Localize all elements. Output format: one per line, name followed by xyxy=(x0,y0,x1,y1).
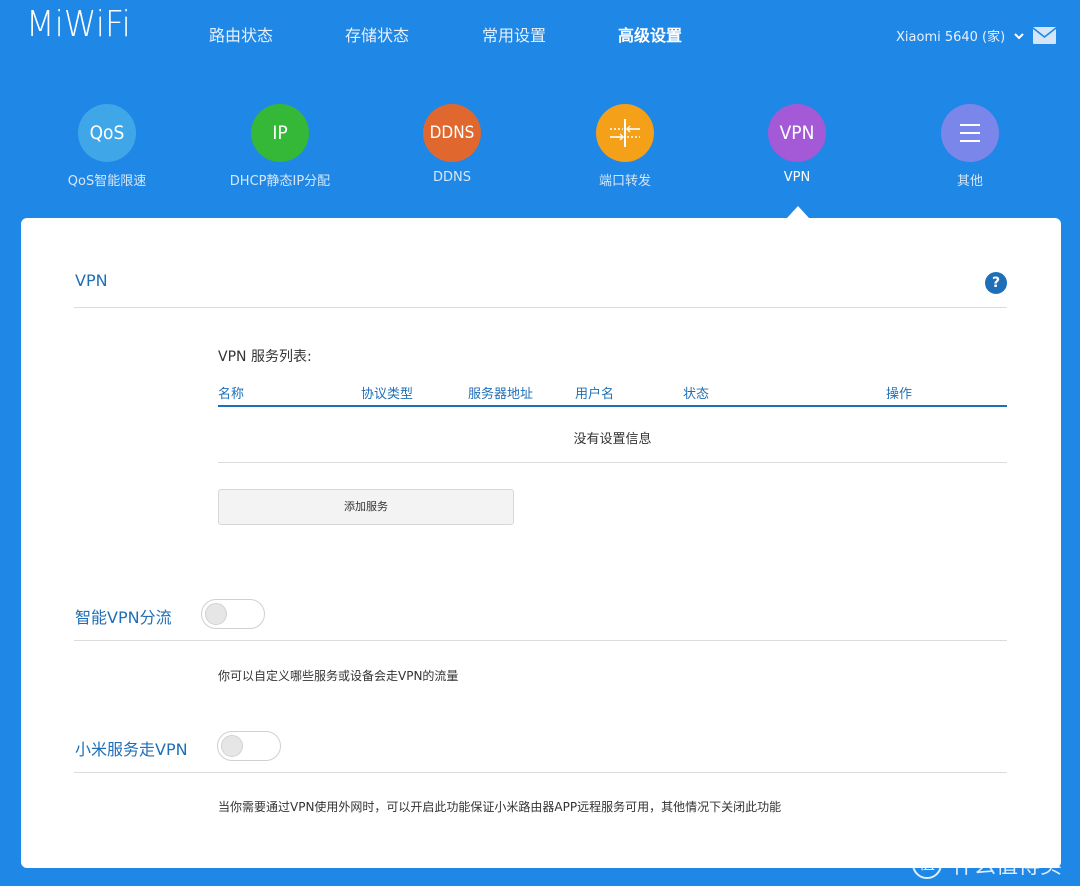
nav-common-settings[interactable]: 常用设置 xyxy=(482,22,546,46)
col-username: 用户名 xyxy=(575,387,615,402)
col-status: 状态 xyxy=(683,387,710,402)
tile-qos-label: QoS智能限速 xyxy=(67,174,147,189)
port-forward-icon xyxy=(596,104,654,162)
add-service-button[interactable]: 添加服务 xyxy=(218,489,514,525)
table-bottom-rule xyxy=(218,462,1007,463)
watermark-logo-icon: 值 xyxy=(912,849,942,879)
active-tile-pointer xyxy=(787,206,809,218)
smart-vpn-title: 智能VPN分流 xyxy=(75,608,172,627)
watermark: 值 什么值得买 xyxy=(912,848,1062,880)
ddns-icon: DDNS xyxy=(423,104,481,162)
chevron-down-icon xyxy=(1014,32,1024,39)
tile-ddns-label: DDNS xyxy=(433,170,471,185)
miwifi-logo: MiWiFi xyxy=(26,4,131,45)
mi-service-vpn-toggle[interactable] xyxy=(217,731,281,761)
tile-dhcp-static-ip[interactable]: IP DHCP静态IP分配 xyxy=(200,104,360,189)
nav-advanced-settings[interactable]: 高级设置 xyxy=(618,22,682,46)
col-name: 名称 xyxy=(218,387,245,402)
watermark-text: 什么值得买 xyxy=(952,854,1063,879)
tile-ddns[interactable]: DDNS DDNS xyxy=(372,104,532,185)
col-actions: 操作 xyxy=(886,387,913,402)
user-name: Xiaomi 5640 (家) xyxy=(896,30,1006,45)
table-header-rule xyxy=(218,405,1007,407)
divider xyxy=(74,772,1007,773)
empty-table-message: 没有设置信息 xyxy=(573,432,652,447)
divider xyxy=(74,307,1007,308)
toggle-knob xyxy=(221,735,243,757)
user-menu[interactable]: Xiaomi 5640 (家) xyxy=(896,26,1025,45)
col-server-address: 服务器地址 xyxy=(468,387,534,402)
smart-vpn-description: 你可以自定义哪些服务或设备会走VPN的流量 xyxy=(218,669,459,683)
toggle-knob xyxy=(205,603,227,625)
menu-icon xyxy=(941,104,999,162)
mi-service-vpn-title: 小米服务走VPN xyxy=(75,740,188,759)
tile-vpn-label: VPN xyxy=(783,170,811,185)
ip-icon: IP xyxy=(251,104,309,162)
tile-vpn[interactable]: VPN VPN xyxy=(717,104,877,185)
tile-qos[interactable]: QoS QoS智能限速 xyxy=(27,104,187,189)
vpn-settings-panel: VPN ? VPN 服务列表: 名称 协议类型 服务器地址 用户名 状态 操作 … xyxy=(21,218,1061,868)
tile-dhcp-label: DHCP静态IP分配 xyxy=(229,174,331,189)
tile-port-forward-label: 端口转发 xyxy=(598,174,651,189)
tile-port-forward[interactable]: 端口转发 xyxy=(545,104,705,189)
feature-tiles: QoS QoS智能限速 IP DHCP静态IP分配 DDNS DDNS 端口转发… xyxy=(0,104,1080,204)
tile-other-label: 其他 xyxy=(956,174,983,189)
col-protocol: 协议类型 xyxy=(361,387,414,402)
vpn-list-title: VPN 服务列表: xyxy=(218,349,312,365)
mi-service-vpn-description: 当你需要通过VPN使用外网时，可以开启此功能保证小米路由器APP远程服务可用，其… xyxy=(218,800,782,814)
help-icon[interactable]: ? xyxy=(985,272,1007,294)
vpn-icon: VPN xyxy=(768,104,826,162)
qos-icon: QoS xyxy=(78,104,136,162)
tile-other[interactable]: 其他 xyxy=(890,104,1050,189)
divider xyxy=(74,640,1007,641)
smart-vpn-toggle[interactable] xyxy=(201,599,265,629)
mail-icon[interactable] xyxy=(1033,27,1056,44)
nav-storage-status[interactable]: 存储状态 xyxy=(345,22,409,46)
vpn-section-title: VPN xyxy=(75,271,108,290)
nav-router-status[interactable]: 路由状态 xyxy=(209,22,273,46)
